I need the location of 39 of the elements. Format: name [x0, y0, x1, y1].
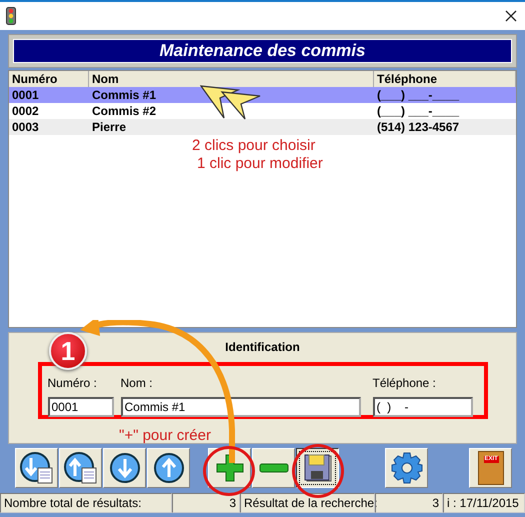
- gear-icon: [390, 452, 422, 484]
- input-field[interactable]: ( ) -: [372, 397, 472, 417]
- status-count: 3: [172, 493, 240, 513]
- form-title: Maintenance des commis: [13, 39, 512, 63]
- highlight-ring: [203, 446, 255, 496]
- table-cell-text: 0001: [11, 87, 40, 103]
- hint-text: 2 clics pour choisir: [192, 137, 316, 154]
- table-cell-text: Commis #1: [91, 87, 158, 103]
- traffic-light-icon: [6, 7, 16, 25]
- status-count: 3: [375, 493, 443, 513]
- field-label: Nom :: [120, 376, 154, 390]
- table-cell-text: (___) ___-____: [376, 87, 460, 103]
- floppy-disk-icon: [302, 453, 332, 483]
- status-label: i : 17/11/2015: [443, 493, 525, 513]
- table-row[interactable]: 0002 Commis #2 (___) ___-____: [9, 103, 516, 119]
- input-field[interactable]: 0001: [48, 397, 114, 417]
- hint-text: "+" pour créer: [119, 427, 211, 444]
- status-label: Résultat de la recherche:: [240, 493, 375, 513]
- input-field[interactable]: Commis #1: [120, 397, 360, 417]
- round-arrow-document-icon: [18, 451, 54, 485]
- table-cell-text: Pierre: [91, 119, 128, 135]
- table-row[interactable]: 0001 Commis #1 (___) ___-____: [9, 87, 516, 103]
- table-cell-text: (514) 123-4567: [376, 119, 460, 135]
- table-cell-text: 0002: [11, 103, 40, 119]
- close-icon[interactable]: [505, 10, 517, 22]
- table-cell-text: (___) ___-____: [376, 103, 460, 119]
- status-label: Nombre total de résultats:: [0, 493, 172, 513]
- field-label: Téléphone :: [372, 376, 437, 390]
- field-label: Numéro :: [48, 376, 98, 390]
- table-cell-text: Commis #2: [91, 103, 158, 119]
- plus-icon: [214, 453, 244, 483]
- minus-icon: [258, 463, 288, 473]
- hint-text: 1 clic pour modifier: [197, 155, 323, 172]
- table-row[interactable]: 0003 Pierre (514) 123-4567: [9, 119, 516, 135]
- section-title: Identification: [225, 340, 300, 354]
- highlight-ring: [292, 444, 344, 498]
- round-arrow-document-icon: [62, 451, 98, 485]
- toolbar-button[interactable]: [296, 448, 339, 488]
- table-cell-text: 0003: [11, 119, 40, 135]
